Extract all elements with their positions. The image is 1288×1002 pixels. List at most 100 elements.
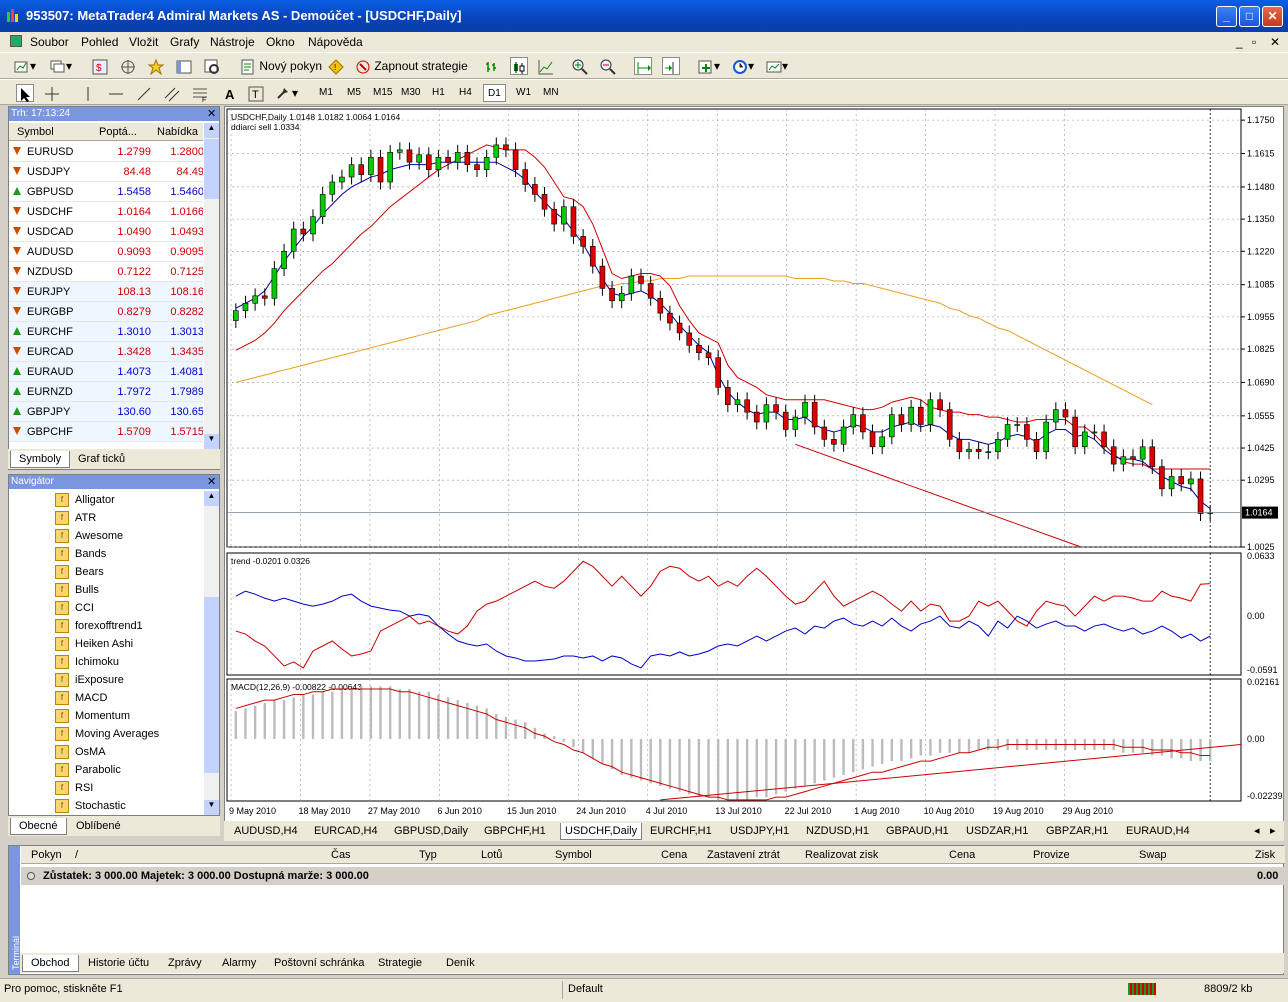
child-window-icon[interactable]	[10, 35, 22, 47]
menu-grafy[interactable]: Grafy	[170, 35, 199, 49]
horizontal-line-icon[interactable]	[108, 84, 124, 102]
navigator-item[interactable]: f Moving Averages	[55, 725, 159, 743]
terminal-tab[interactable]: Strategie	[370, 955, 430, 972]
tab-symboly[interactable]: Symboly	[10, 451, 71, 468]
scroll-up-button[interactable]: ▲	[204, 123, 219, 138]
col-bid-header[interactable]: Poptá...	[99, 126, 137, 138]
navigator-item[interactable]: f Parabolic	[55, 761, 121, 779]
metaeditor-icon[interactable]: !	[328, 57, 344, 75]
market-watch-row[interactable]: EURNZD 1.7972 1.7989	[9, 382, 203, 402]
col-symbol-header[interactable]: Symbol	[17, 126, 54, 138]
tab-scroll-right-icon[interactable]: ▸	[1270, 823, 1276, 840]
terminal-tab[interactable]: Alarmy	[214, 955, 264, 972]
menu-okno[interactable]: Okno	[266, 35, 295, 49]
navigator-item[interactable]: f Bulls	[55, 581, 99, 599]
market-watch-row[interactable]: EURCHF 1.3010 1.3013	[9, 322, 203, 342]
navigator-item[interactable]: f OsMA	[55, 743, 106, 761]
market-watch-row[interactable]: GBPUSD 1.5458 1.5460	[9, 182, 203, 202]
navigator-item[interactable]: f Bears	[55, 563, 104, 581]
tf-m30[interactable]: M30	[397, 84, 424, 102]
child-close-button[interactable]: ✕	[1270, 35, 1280, 49]
nav-scroll-down-button[interactable]: ▼	[204, 800, 219, 815]
navigator-item[interactable]: f Heiken Ashi	[55, 635, 133, 653]
navigator-close-icon[interactable]: ✕	[207, 475, 216, 488]
market-watch-row[interactable]: GBPJPY 130.60 130.65	[9, 402, 203, 422]
terminal-col-header[interactable]: /	[75, 849, 78, 861]
terminal-tab[interactable]: Historie účtu	[80, 955, 157, 972]
menu-napoveda[interactable]: Nápověda	[308, 35, 363, 49]
navigator-item[interactable]: f Momentum	[55, 707, 130, 725]
menu-pohled[interactable]: Pohled	[81, 35, 118, 49]
navigator-item[interactable]: f iExposure	[55, 671, 124, 689]
chart-tab[interactable]: USDCHF,Daily	[560, 823, 643, 840]
scroll-down-button[interactable]: ▼	[204, 434, 219, 449]
market-watch-row[interactable]: EURGBP 0.8279 0.8282	[9, 302, 203, 322]
terminal-col-header[interactable]: Swap	[1139, 849, 1167, 861]
cursor-icon[interactable]	[16, 84, 34, 102]
navigator-item[interactable]: f Alligator	[55, 491, 115, 509]
periods-icon[interactable]: ▾	[732, 57, 754, 75]
navigator-item[interactable]: f Stochastic	[55, 797, 126, 813]
scroll-thumb[interactable]	[204, 139, 219, 199]
menu-vlozit[interactable]: Vložit	[129, 35, 158, 49]
market-watch-row[interactable]: EURAUD 1.4073 1.4081	[9, 362, 203, 382]
tf-m1[interactable]: M1	[315, 84, 337, 102]
new-order-button[interactable]: Nový pokyn	[240, 57, 322, 75]
balance-row[interactable]: Zůstatek: 3 000.00 Majetek: 3 000.00 Dos…	[21, 867, 1285, 885]
child-restore-button[interactable]: ▫	[1252, 35, 1256, 49]
col-ask-header[interactable]: Nabídka	[157, 126, 198, 138]
menu-soubor[interactable]: Soubor	[30, 35, 69, 49]
close-button[interactable]: ✕	[1262, 6, 1283, 27]
navigator-item[interactable]: f MACD	[55, 689, 107, 707]
terminal-col-header[interactable]: Zastavení ztrát	[707, 849, 780, 861]
candlestick-icon[interactable]	[510, 57, 528, 75]
terminal-tab[interactable]: Zprávy	[160, 955, 210, 972]
new-chart-icon[interactable]: ▾	[14, 57, 36, 75]
market-watch-row[interactable]: EURUSD 1.2799 1.2800	[9, 142, 203, 162]
navigator-item[interactable]: f forexofftrend1	[55, 617, 143, 635]
arrows-icon[interactable]: ▾	[276, 84, 298, 102]
chart-tab[interactable]: EURAUD,H4	[1126, 823, 1190, 840]
child-minimize-button[interactable]: _	[1236, 35, 1243, 49]
tf-h4[interactable]: H4	[455, 84, 476, 102]
chart-window[interactable]: 9 May 2010 18 May 2010 27 May 2010 6 Jun 20…	[224, 106, 1284, 822]
auto-scroll-icon[interactable]	[634, 57, 652, 75]
terminal-col-header[interactable]: Cena	[661, 849, 687, 861]
terminal-col-header[interactable]: Symbol	[555, 849, 592, 861]
menu-nastroje[interactable]: Nástroje	[210, 35, 255, 49]
chart-tab[interactable]: AUDUSD,H4	[234, 823, 298, 840]
tf-d1[interactable]: D1	[483, 84, 506, 102]
tab-scroll-left-icon[interactable]: ◂	[1254, 823, 1260, 840]
market-watch-row[interactable]: EURJPY 108.13 108.16	[9, 282, 203, 302]
zoom-out-icon[interactable]	[600, 57, 616, 75]
bar-chart-icon[interactable]	[484, 57, 500, 75]
channel-icon[interactable]	[164, 84, 180, 102]
zoom-in-icon[interactable]	[572, 57, 588, 75]
navigator-item[interactable]: f ATR	[55, 509, 96, 527]
enable-strategies-button[interactable]: Zapnout strategie	[355, 57, 468, 75]
navigator-item[interactable]: f Awesome	[55, 527, 123, 545]
maximize-button[interactable]: □	[1239, 6, 1260, 27]
data-window-icon[interactable]	[120, 57, 136, 75]
tf-m15[interactable]: M15	[369, 84, 396, 102]
trendline-icon[interactable]	[136, 84, 152, 102]
strategy-tester-icon[interactable]	[204, 57, 220, 75]
market-watch-icon[interactable]: $	[92, 57, 108, 75]
chart-tab[interactable]: USDZAR,H1	[966, 823, 1028, 840]
chart-tab[interactable]: GBPZAR,H1	[1046, 823, 1108, 840]
crosshair-icon[interactable]	[44, 84, 60, 102]
tf-m5[interactable]: M5	[343, 84, 365, 102]
chart-tab[interactable]: GBPCHF,H1	[484, 823, 546, 840]
market-watch-row[interactable]: USDCHF 1.0164 1.0166	[9, 202, 203, 222]
terminal-col-header[interactable]: Lotů	[481, 849, 502, 861]
tab-graf-ticku[interactable]: Graf ticků	[70, 451, 133, 468]
chart-tab[interactable]: GBPUSD,Daily	[394, 823, 468, 840]
chart-tab[interactable]: EURCHF,H1	[650, 823, 712, 840]
navigator-item[interactable]: f Ichimoku	[55, 653, 119, 671]
terminal-tab[interactable]: Poštovní schránka	[266, 955, 373, 972]
line-chart-icon[interactable]	[538, 57, 554, 75]
tab-oblibene[interactable]: Oblíbené	[68, 818, 129, 835]
terminal-col-header[interactable]: Realizovat zisk	[805, 849, 878, 861]
chart-canvas[interactable]: 9 May 2010 18 May 2010 27 May 2010 6 Jun 20…	[225, 107, 1283, 821]
terminal-col-header[interactable]: Typ	[419, 849, 437, 861]
